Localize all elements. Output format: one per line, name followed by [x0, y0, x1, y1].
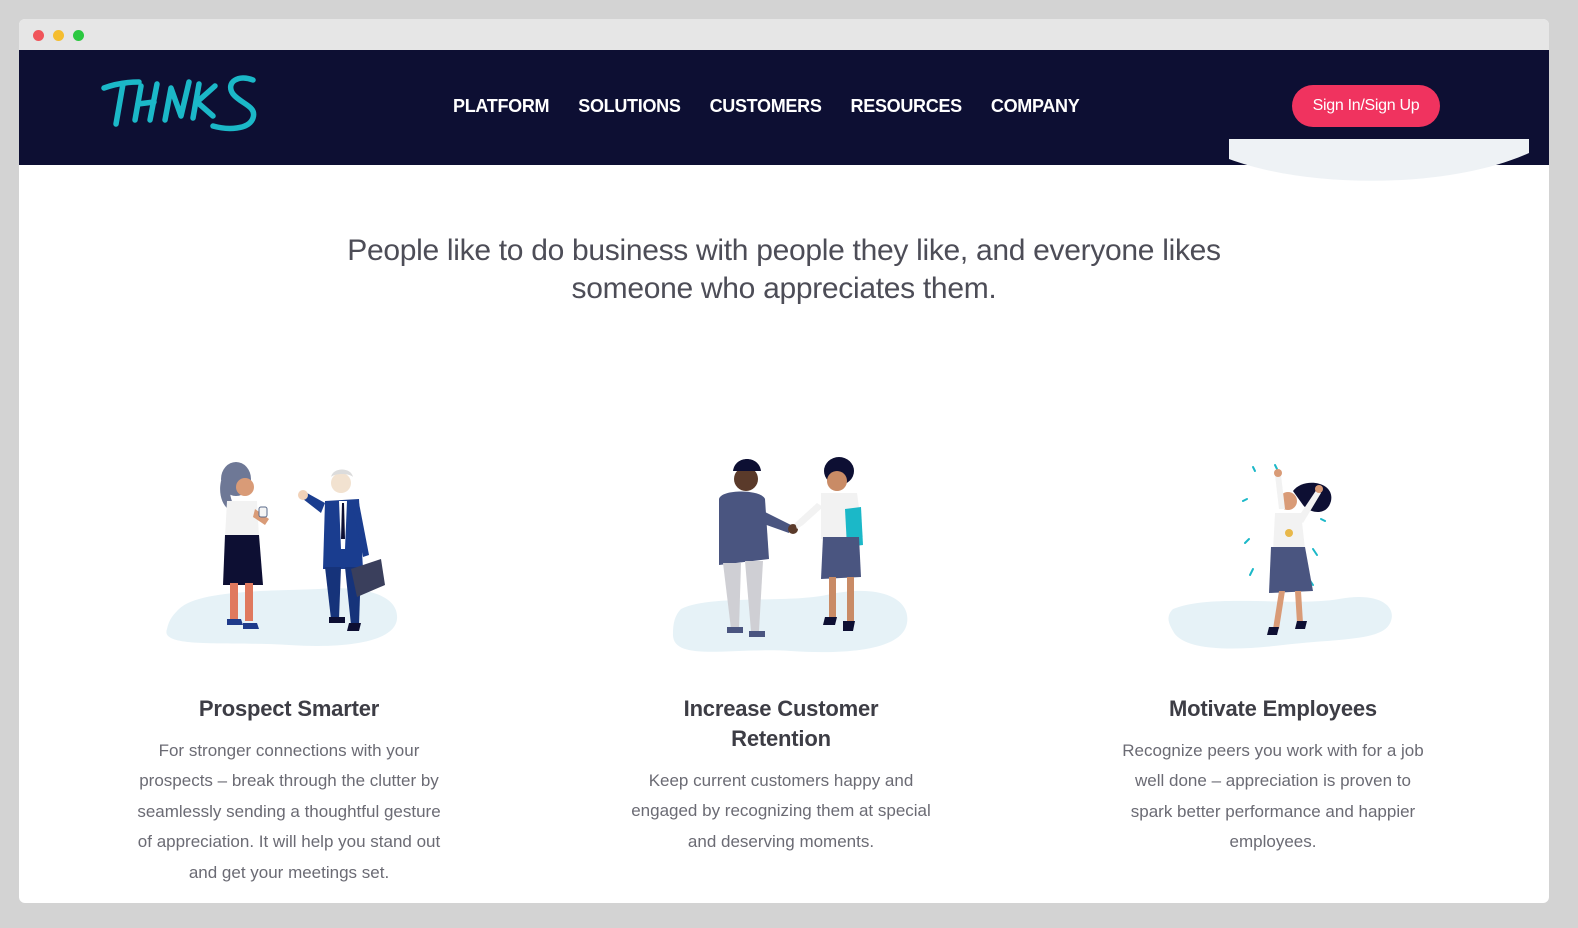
nav-platform[interactable]: PLATFORM: [453, 94, 550, 118]
decorative-wave: [1229, 139, 1529, 181]
nav-customers[interactable]: CUSTOMERS: [710, 94, 822, 118]
close-window-button[interactable]: [33, 30, 44, 41]
celebrating-employee-illustration: [1168, 464, 1392, 649]
feature-title: Motivate Employees: [1169, 696, 1377, 721]
feature-description: For stronger connections with your prosp…: [137, 741, 441, 882]
feature-title: Increase Customer Retention: [683, 696, 879, 751]
nav-company[interactable]: COMPANY: [991, 94, 1080, 118]
hero-tagline-line-2: someone who appreciates them.: [571, 272, 997, 305]
title-bar: [19, 19, 1549, 50]
hero-tagline-line-1: People like to do business with people t…: [347, 234, 1221, 267]
browser-window: PLATFORM SOLUTIONS CUSTOMERS RESOURCES C…: [19, 19, 1549, 903]
thnks-logo[interactable]: [101, 72, 261, 138]
feature-description: Keep current customers happy and engaged…: [631, 771, 931, 851]
handshake-illustration: [672, 457, 908, 653]
nav-resources[interactable]: RESOURCES: [851, 94, 963, 118]
business-meeting-illustration: [166, 462, 398, 646]
nav-solutions[interactable]: SOLUTIONS: [578, 94, 681, 118]
sign-in-sign-up-button[interactable]: Sign In/Sign Up: [1292, 85, 1440, 127]
hero-tagline: People like to do business with people t…: [284, 232, 1284, 308]
feature-description: Recognize peers you work with for a job …: [1122, 741, 1424, 852]
feature-title: Prospect Smarter: [198, 696, 380, 721]
maximize-window-button[interactable]: [73, 30, 84, 41]
main-nav: PLATFORM SOLUTIONS CUSTOMERS RESOURCES C…: [453, 94, 1080, 118]
minimize-window-button[interactable]: [53, 30, 64, 41]
